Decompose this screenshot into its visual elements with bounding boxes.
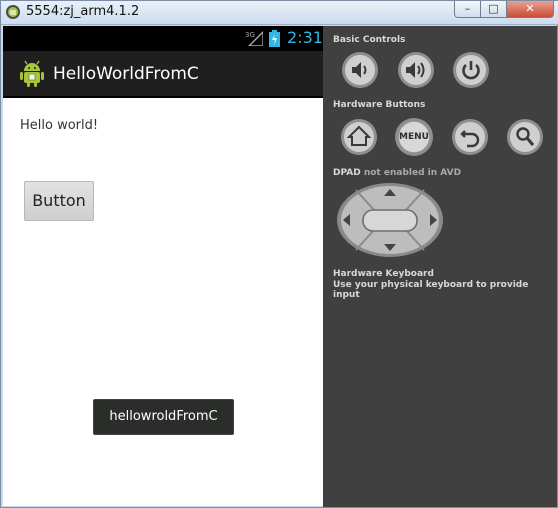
dpad-note: not enabled in AVD [363,168,462,178]
controls-panel: Basic Controls Hardware Buttons MENU DPA… [323,26,557,507]
menu-button[interactable]: MENU [395,118,433,156]
volume-up-icon[interactable] [397,51,435,89]
hardware-buttons-heading: Hardware Buttons [333,100,426,110]
maximize-button[interactable]: □ [480,1,507,18]
main-button[interactable]: Button [24,181,94,221]
minimize-button[interactable]: – [454,1,481,18]
signal-3g-icon: 3G [245,31,263,46]
hardware-keyboard-note: Use your physical keyboard to provide in… [333,280,529,300]
window-title: 5554:zj_arm4.1.2 [26,4,140,19]
hello-text: Hello world! [20,118,99,133]
dpad-heading: DPAD not enabled in AVD [333,168,462,178]
toast-message: hellowroldFromC [93,399,234,435]
close-button[interactable]: ✕ [506,1,554,18]
volume-down-icon[interactable] [341,51,379,89]
action-bar: HelloWorldFromC [3,51,323,98]
dpad-control[interactable] [336,182,444,258]
status-clock: 2:31 [287,28,323,47]
battery-icon [269,30,280,47]
svg-text:3G: 3G [245,31,255,39]
search-icon[interactable] [506,118,544,156]
hardware-keyboard-heading: Hardware Keyboard [333,269,434,279]
power-icon[interactable] [452,51,490,89]
back-icon[interactable] [451,118,489,156]
emulator-app-icon [6,5,20,19]
emulator-window: 5554:zj_arm4.1.2 – □ ✕ 3G 2:31 HelloWorl… [0,0,558,508]
android-app-icon[interactable] [18,60,46,88]
status-bar: 3G 2:31 [3,26,323,51]
app-title: HelloWorldFromC [53,64,199,84]
basic-controls-heading: Basic Controls [333,35,406,45]
device-screen[interactable]: 3G 2:31 HelloWorldFromC Hello world! But… [3,26,323,506]
window-titlebar[interactable]: 5554:zj_arm4.1.2 – □ ✕ [1,1,558,25]
dpad-center-button[interactable] [362,209,418,232]
home-icon[interactable] [340,118,378,156]
